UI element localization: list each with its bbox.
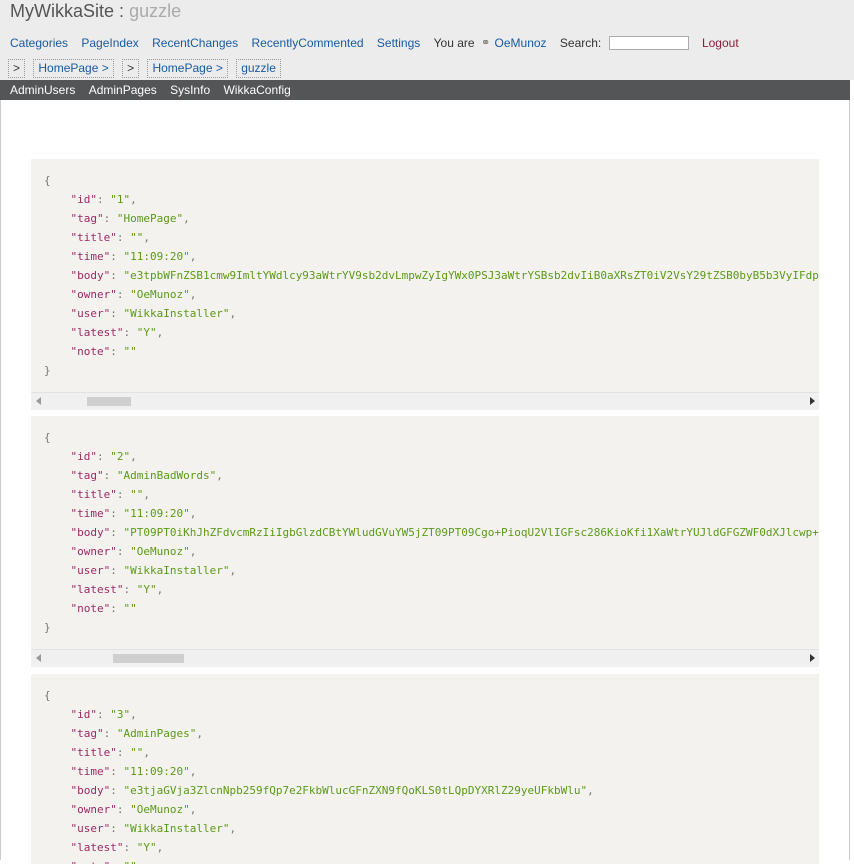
json-record-block: { "id": "3", "tag": "AdminPages", "title…: [31, 674, 819, 864]
breadcrumb-separator: >: [8, 59, 26, 78]
search-input[interactable]: [608, 35, 689, 50]
header: MyWikkaSite : guzzle Categories PageInde…: [0, 0, 854, 80]
scrollbar-thumb[interactable]: [87, 397, 132, 406]
page-name[interactable]: guzzle: [129, 1, 181, 21]
admin-link-sysinfo[interactable]: SysInfo: [170, 80, 210, 100]
breadcrumb: > HomePage > > HomePage > guzzle: [8, 59, 286, 78]
user-link[interactable]: OeMunoz: [495, 36, 547, 50]
site-name[interactable]: MyWikkaSite: [10, 1, 114, 21]
admin-link-wikkaconfig[interactable]: WikkaConfig: [223, 80, 290, 100]
logout-link[interactable]: Logout: [702, 36, 739, 50]
admin-link-adminpages[interactable]: AdminPages: [89, 80, 157, 100]
scroll-right-arrow-icon[interactable]: [810, 654, 815, 662]
scrollbar-thumb[interactable]: [112, 654, 184, 663]
main-navbar: Categories PageIndex RecentChanges Recen…: [10, 35, 749, 51]
json-record-block: { "id": "2", "tag": "AdminBadWords", "ti…: [31, 416, 819, 667]
site-title: MyWikkaSite : guzzle: [10, 1, 181, 22]
horizontal-scrollbar[interactable]: [31, 392, 819, 410]
json-record-code: { "id": "1", "tag": "HomePage", "title":…: [44, 174, 819, 377]
scroll-left-arrow-icon[interactable]: [36, 654, 41, 662]
admin-link-adminusers[interactable]: AdminUsers: [10, 80, 75, 100]
admin-menu-bar: AdminUsers AdminPages SysInfo WikkaConfi…: [0, 80, 850, 100]
horizontal-scrollbar[interactable]: [31, 649, 819, 667]
nav-link-settings[interactable]: Settings: [377, 36, 420, 50]
you-are-label: You are: [433, 35, 475, 50]
nav-link-recentlycommented[interactable]: RecentlyCommented: [252, 36, 364, 50]
nav-link-pageindex[interactable]: PageIndex: [81, 36, 138, 50]
breadcrumb-item-homepage[interactable]: HomePage >: [147, 59, 228, 78]
user-icon: ⚭: [477, 37, 491, 50]
breadcrumb-separator: >: [122, 59, 140, 78]
search-label: Search:: [559, 35, 602, 50]
title-separator: :: [119, 1, 125, 21]
json-record-block: { "id": "1", "tag": "HomePage", "title":…: [31, 159, 819, 410]
scroll-left-arrow-icon[interactable]: [36, 397, 41, 405]
breadcrumb-item-homepage[interactable]: HomePage >: [33, 59, 114, 78]
nav-link-categories[interactable]: Categories: [10, 36, 68, 50]
json-record-code: { "id": "3", "tag": "AdminPages", "title…: [44, 689, 594, 864]
breadcrumb-item-current[interactable]: guzzle: [236, 59, 281, 78]
scroll-right-arrow-icon[interactable]: [810, 397, 815, 405]
nav-link-recentchanges[interactable]: RecentChanges: [152, 36, 238, 50]
json-record-code: { "id": "2", "tag": "AdminBadWords", "ti…: [44, 431, 819, 634]
